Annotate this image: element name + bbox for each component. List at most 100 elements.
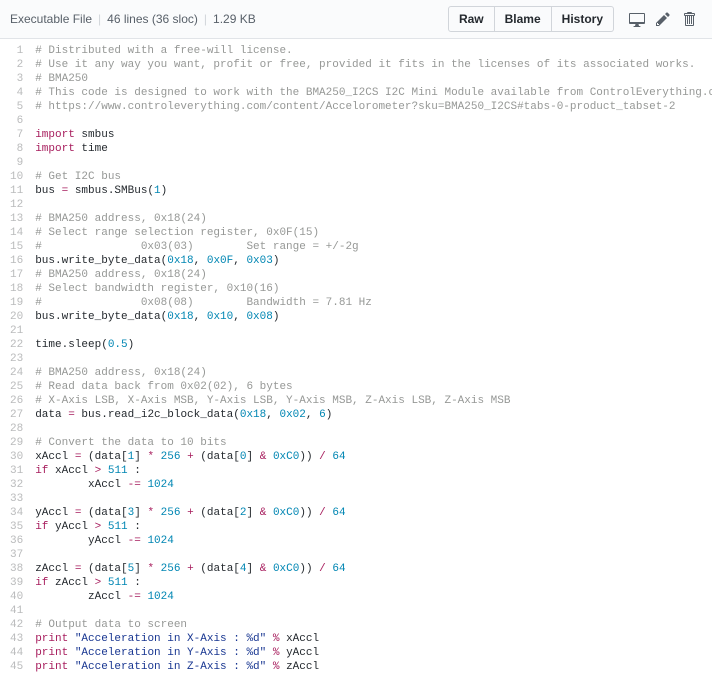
code-content[interactable]: # Distributed with a free-will license. #…	[31, 39, 712, 681]
line-number[interactable]: 1	[10, 45, 23, 59]
file-size: 1.29 KB	[213, 12, 256, 26]
code-line: import smbus	[35, 129, 708, 143]
line-number[interactable]: 12	[10, 199, 23, 213]
code-line: yAccl -= 1024	[35, 535, 708, 549]
lines-info: 46 lines (36 sloc)	[107, 12, 198, 26]
divider: |	[204, 12, 207, 26]
code-line: print "Acceleration in Z-Axis : %d" % zA…	[35, 661, 708, 675]
line-number[interactable]: 29	[10, 437, 23, 451]
code-line: xAccl -= 1024	[35, 479, 708, 493]
line-number[interactable]: 33	[10, 493, 23, 507]
line-number[interactable]: 31	[10, 465, 23, 479]
line-number[interactable]: 39	[10, 577, 23, 591]
line-number[interactable]: 4	[10, 87, 23, 101]
line-number[interactable]: 27	[10, 409, 23, 423]
line-number[interactable]: 21	[10, 325, 23, 339]
line-number[interactable]: 30	[10, 451, 23, 465]
line-number[interactable]: 26	[10, 395, 23, 409]
code-line	[35, 353, 708, 367]
code-line: print "Acceleration in X-Axis : %d" % xA…	[35, 633, 708, 647]
blame-button[interactable]: Blame	[495, 6, 552, 32]
line-number[interactable]: 9	[10, 157, 23, 171]
line-number[interactable]: 32	[10, 479, 23, 493]
line-number[interactable]: 16	[10, 255, 23, 269]
line-number[interactable]: 28	[10, 423, 23, 437]
code-line: # 0x08(08) Bandwidth = 7.81 Hz	[35, 297, 708, 311]
trash-icon[interactable]	[676, 6, 702, 32]
file-info: Executable File | 46 lines (36 sloc) | 1…	[10, 12, 256, 26]
code-line	[35, 199, 708, 213]
code-line: time.sleep(0.5)	[35, 339, 708, 353]
code-line: # Distributed with a free-will license.	[35, 45, 708, 59]
code-line	[35, 157, 708, 171]
code-area: 1234567891011121314151617181920212223242…	[0, 39, 712, 681]
executable-label: Executable File	[10, 12, 92, 26]
line-number[interactable]: 43	[10, 633, 23, 647]
line-number[interactable]: 24	[10, 367, 23, 381]
code-line: xAccl = (data[1] * 256 + (data[0] & 0xC0…	[35, 451, 708, 465]
code-line: yAccl = (data[3] * 256 + (data[2] & 0xC0…	[35, 507, 708, 521]
code-line: # Convert the data to 10 bits	[35, 437, 708, 451]
line-number[interactable]: 40	[10, 591, 23, 605]
code-line: # Output data to screen	[35, 619, 708, 633]
code-line: # Select bandwidth register, 0x10(16)	[35, 283, 708, 297]
line-number-gutter: 1234567891011121314151617181920212223242…	[0, 39, 31, 681]
view-mode-group: Raw Blame History	[448, 6, 614, 32]
line-number[interactable]: 20	[10, 311, 23, 325]
line-number[interactable]: 42	[10, 619, 23, 633]
line-number[interactable]: 25	[10, 381, 23, 395]
code-line: # https://www.controleverything.com/cont…	[35, 101, 708, 115]
history-button[interactable]: History	[552, 6, 614, 32]
code-line: # BMA250 address, 0x18(24)	[35, 269, 708, 283]
raw-button[interactable]: Raw	[448, 6, 495, 32]
line-number[interactable]: 18	[10, 283, 23, 297]
code-line: zAccl = (data[5] * 256 + (data[4] & 0xC0…	[35, 563, 708, 577]
code-line: print "Acceleration in Y-Axis : %d" % yA…	[35, 647, 708, 661]
line-number[interactable]: 17	[10, 269, 23, 283]
line-number[interactable]: 19	[10, 297, 23, 311]
line-number[interactable]: 10	[10, 171, 23, 185]
line-number[interactable]: 3	[10, 73, 23, 87]
line-number[interactable]: 5	[10, 101, 23, 115]
code-line	[35, 325, 708, 339]
line-number[interactable]: 37	[10, 549, 23, 563]
code-line: bus.write_byte_data(0x18, 0x10, 0x08)	[35, 311, 708, 325]
line-number[interactable]: 2	[10, 59, 23, 73]
line-number[interactable]: 34	[10, 507, 23, 521]
code-line: if zAccl > 511 :	[35, 577, 708, 591]
code-line: if xAccl > 511 :	[35, 465, 708, 479]
line-number[interactable]: 8	[10, 143, 23, 157]
file-header: Executable File | 46 lines (36 sloc) | 1…	[0, 0, 712, 39]
line-number[interactable]: 15	[10, 241, 23, 255]
code-line: # Read data back from 0x02(02), 6 bytes	[35, 381, 708, 395]
code-line: bus = smbus.SMBus(1)	[35, 185, 708, 199]
code-line	[35, 605, 708, 619]
line-number[interactable]: 36	[10, 535, 23, 549]
line-number[interactable]: 45	[10, 661, 23, 675]
code-line	[35, 549, 708, 563]
line-number[interactable]: 44	[10, 647, 23, 661]
line-number[interactable]: 41	[10, 605, 23, 619]
code-line: zAccl -= 1024	[35, 591, 708, 605]
code-line: # Get I2C bus	[35, 171, 708, 185]
line-number[interactable]: 35	[10, 521, 23, 535]
code-line: # X-Axis LSB, X-Axis MSB, Y-Axis LSB, Y-…	[35, 395, 708, 409]
code-line	[35, 423, 708, 437]
code-line: if yAccl > 511 :	[35, 521, 708, 535]
code-line: # This code is designed to work with the…	[35, 87, 708, 101]
line-number[interactable]: 22	[10, 339, 23, 353]
line-number[interactable]: 23	[10, 353, 23, 367]
line-number[interactable]: 38	[10, 563, 23, 577]
line-number[interactable]: 13	[10, 213, 23, 227]
file-actions: Raw Blame History	[448, 6, 702, 32]
line-number[interactable]: 6	[10, 115, 23, 129]
code-line: # 0x03(03) Set range = +/-2g	[35, 241, 708, 255]
desktop-icon[interactable]	[624, 6, 650, 32]
code-line	[35, 115, 708, 129]
line-number[interactable]: 14	[10, 227, 23, 241]
code-line: data = bus.read_i2c_block_data(0x18, 0x0…	[35, 409, 708, 423]
line-number[interactable]: 7	[10, 129, 23, 143]
line-number[interactable]: 11	[10, 185, 23, 199]
pencil-icon[interactable]	[650, 6, 676, 32]
divider: |	[98, 12, 101, 26]
